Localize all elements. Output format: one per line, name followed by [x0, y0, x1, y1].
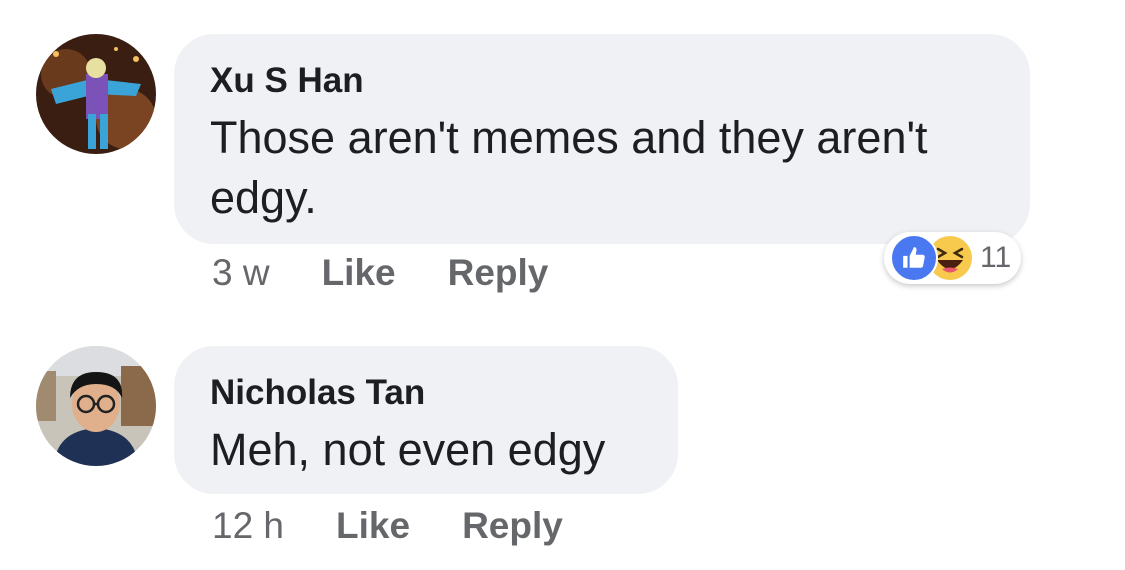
- comment-text: Those aren't memes and they aren't edgy.: [210, 112, 928, 223]
- avatar-nicholas-tan[interactable]: [36, 346, 156, 466]
- reply-button[interactable]: Reply: [462, 505, 563, 547]
- comment-author[interactable]: Xu S Han: [210, 60, 994, 102]
- like-icon: [890, 234, 938, 282]
- comment-bubble: Xu S Han Those aren't memes and they are…: [174, 34, 1030, 244]
- comment-timestamp[interactable]: 12 h: [212, 505, 284, 547]
- reply-button[interactable]: Reply: [448, 252, 549, 294]
- reaction-count: 11: [980, 241, 1012, 274]
- like-button[interactable]: Like: [336, 505, 410, 547]
- reactions-summary[interactable]: 11: [884, 232, 1022, 284]
- comment-bubble: Nicholas Tan Meh, not even edgy: [174, 346, 678, 494]
- comment-actions: 3 w Like Reply: [212, 252, 600, 294]
- avatar-xu-s-han[interactable]: [36, 34, 156, 154]
- like-button[interactable]: Like: [322, 252, 396, 294]
- comment-author[interactable]: Nicholas Tan: [210, 372, 642, 414]
- comment-text: Meh, not even edgy: [210, 424, 606, 475]
- comment-actions: 12 h Like Reply: [212, 505, 615, 547]
- comment-timestamp[interactable]: 3 w: [212, 252, 270, 294]
